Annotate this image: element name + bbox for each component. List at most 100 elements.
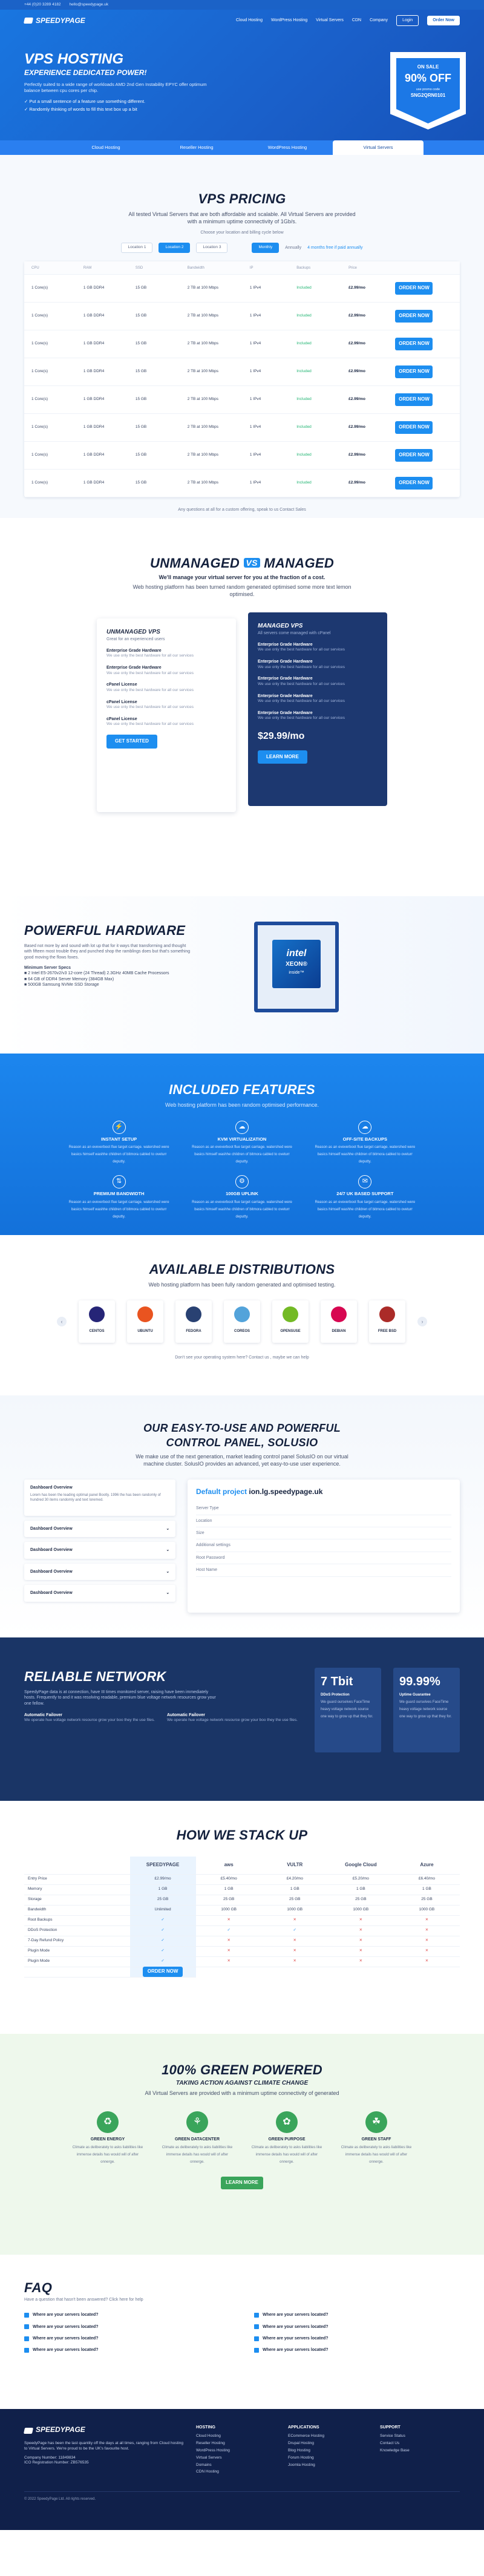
pricing-title: VPS PRICING [198,191,286,206]
order-button[interactable]: Order Now [427,16,460,25]
cycle-monthly[interactable]: Monthly [252,243,280,254]
compare-cell: 1000 GB [327,1906,394,1916]
footer-link[interactable]: Contact Us [380,2441,460,2447]
nav-vps[interactable]: Virtual Servers [316,18,344,23]
footer-link[interactable]: Joomla Hosting [288,2463,368,2468]
tab-cloud[interactable]: Cloud Hosting [60,140,151,155]
email-text[interactable]: hello@speedypage.uk [70,2,108,7]
table-cell: Included [296,397,312,402]
tab-wordpress[interactable]: WordPress Hosting [242,140,333,155]
promo-code[interactable]: SNG2QRN0101 [396,93,460,99]
footer-link[interactable]: WordPress Hosting [196,2448,276,2454]
failover-title: Automatic Failover [24,1713,63,1717]
faq-question[interactable]: Where are your servers located? [24,2312,230,2318]
order-button[interactable]: ORDER NOW [142,1967,183,1978]
table-cell: 1 GB DDR4 [83,453,105,457]
compare-cell: ✓ [261,1926,328,1936]
compare-cell: 25 GB [261,1895,328,1906]
order-button[interactable]: ORDER NOW [395,393,433,407]
get-started-button[interactable]: GET STARTED [106,735,157,749]
accordion-item[interactable]: Dashboard Overview ⌄ [24,1563,175,1581]
feature-item: Enterprise Grade Hardware We use only the… [258,710,378,721]
feature-item: cPanel License We use only the best hardw… [106,700,226,710]
faq-question[interactable]: Where are your servers located? [254,2324,460,2330]
learn-more-button[interactable]: LEARN MORE [258,750,307,764]
footer-link[interactable]: CDN Hosting [196,2469,276,2475]
distro-card[interactable]: FEDORA [175,1300,212,1343]
table-cell: 15 GB [135,313,147,318]
compare-cell: ✕ [261,1936,328,1947]
distro-logo-icon [186,1306,201,1322]
order-button[interactable]: ORDER NOW [395,449,433,462]
faq-question[interactable]: Where are your servers located? [254,2312,460,2318]
managed-card: MANAGED VPS All servers come managed wit… [248,612,387,807]
feature-icon: ✉ [358,1175,372,1189]
cycle-annually[interactable]: Annually [285,245,301,251]
order-button[interactable]: ORDER NOW [395,338,433,351]
distro-card[interactable]: CENTOS [79,1300,115,1343]
footer-link[interactable]: Domains [196,2463,276,2468]
row-label: Storage [24,1895,130,1906]
next-arrow-icon[interactable]: › [417,1316,427,1326]
footer-link[interactable]: Forum Hosting [288,2456,368,2461]
table-cell: £2.99/mo [348,480,365,485]
faq-question[interactable]: Where are your servers located? [254,2347,460,2353]
tab-virtual-servers[interactable]: Virtual Servers [333,140,424,155]
nav-wordpress[interactable]: WordPress Hosting [271,18,307,23]
table-row: 1 Core(s) 1 GB DDR4 15 GB 2 TB at 100 Mbps 1… [24,470,460,498]
distro-card[interactable]: FREE BSD [369,1300,405,1343]
distro-card[interactable]: DEBIAN [321,1300,357,1343]
brand-logo[interactable]: SPEEDYPAGE [23,16,85,25]
nav-company[interactable]: Company [370,18,388,23]
order-button[interactable]: ORDER NOW [395,365,433,379]
distro-card[interactable]: OPENSUSE [272,1300,309,1343]
footer-link[interactable]: Knowledge Base [380,2448,460,2454]
order-button[interactable]: ORDER NOW [395,310,433,323]
question-text: Where are your servers located? [263,2336,329,2341]
failover-text: We operate hue voltage network resource … [166,1718,298,1723]
prev-arrow-icon[interactable]: ‹ [57,1316,67,1326]
accordion-item[interactable]: Dashboard Overview ⌄ [24,1542,175,1559]
footer-link[interactable]: Cloud Hosting [196,2434,276,2439]
nav-cloud[interactable]: Cloud Hosting [236,18,263,23]
question-text: Where are your servers located? [33,2336,99,2341]
tab-reseller[interactable]: Reseller Hosting [151,140,242,155]
footer-link[interactable]: Blog Hosting [288,2448,368,2454]
footer-logo[interactable]: SPEEDYPAGE [23,2425,184,2436]
order-button[interactable]: ORDER NOW [395,477,433,490]
location-2[interactable]: Location 2 [159,243,191,254]
table-cell: 15 GB [135,397,147,402]
phone-text[interactable]: +44 (0)20 3289 4182 [24,2,61,7]
footer-link[interactable]: Service Status [380,2434,460,2439]
pricing-choose: Choose your location and billing cycle b… [200,230,284,235]
login-button[interactable]: Login [396,15,419,26]
accordion-title: Dashboard Overview [30,1569,73,1574]
faq-question[interactable]: Where are your servers located? [24,2347,230,2353]
faq-question[interactable]: Where are your servers located? [254,2336,460,2341]
table-row: 1 Core(s) 1 GB DDR4 15 GB 2 TB at 100 Mbps 1… [24,414,460,442]
location-3[interactable]: Location 3 [196,243,228,254]
compare-cell: ✕ [327,1957,394,1967]
footer-link[interactable]: Drupal Hosting [288,2441,368,2447]
faq-question[interactable]: Where are your servers located? [24,2336,230,2341]
order-button[interactable]: ORDER NOW [395,421,433,434]
table-cell: 2 TB at 100 Mbps [187,453,218,457]
nav-cdn[interactable]: CDN [352,18,361,23]
order-button[interactable]: ORDER NOW [395,282,433,295]
footer-link[interactable]: ECommerce Hosting [288,2434,368,2439]
location-1[interactable]: Location 1 [121,243,153,254]
accordion-item[interactable]: Dashboard Overview ⌄ [24,1520,175,1538]
failover-title: Automatic Failover [166,1713,205,1717]
green-learn-more-button[interactable]: LEARN MORE [221,2177,263,2189]
accordion-item[interactable]: Dashboard Overview ⌄ [24,1585,175,1602]
accordion-item[interactable]: Dashboard Overview Lorem has been the lea… [24,1479,175,1516]
footer-link[interactable]: Reseller Hosting [196,2441,276,2447]
distro-card[interactable]: UBUNTU [127,1300,163,1343]
compare-cell: ✓ [129,1946,196,1957]
distro-card[interactable]: CoreOS [224,1300,260,1343]
distro-name: DEBIAN [332,1329,346,1333]
faq-question[interactable]: Where are your servers located? [24,2324,230,2330]
distro-logo-icon [234,1306,250,1322]
footer-link[interactable]: Virtual Servers [196,2456,276,2461]
table-cell: 2 TB at 100 Mbps [187,341,218,346]
